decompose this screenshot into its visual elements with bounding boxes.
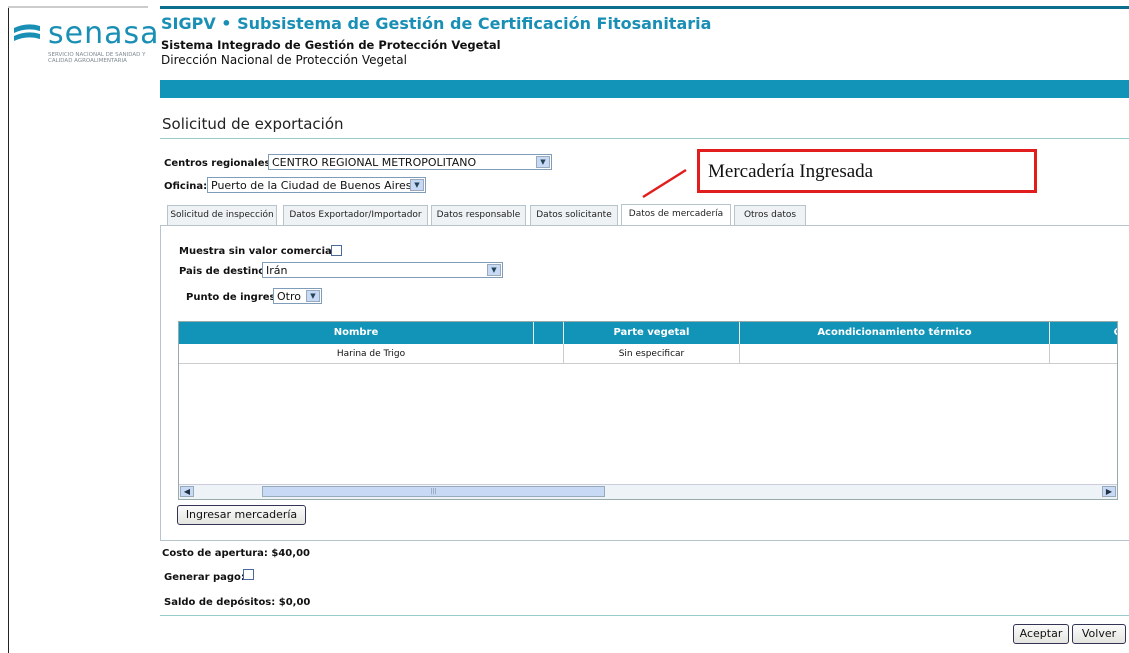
direction-name: Dirección Nacional de Protección Vegetal [161,53,407,67]
column-header-acondicionamiento[interactable]: Acondicionamiento térmico [740,322,1050,344]
horizontal-scrollbar[interactable]: ◀ ||| ▶ [179,484,1117,499]
tab-datos-mercaderia[interactable]: Datos de mercadería [621,204,731,225]
scroll-right-icon[interactable]: ▶ [1102,486,1116,497]
logo-subtitle: SERVICIO NACIONAL DE SANIDAD Y CALIDAD A… [48,52,146,64]
tab-datos-solicitante[interactable]: Datos solicitante [530,205,618,225]
punto-value: Otro [277,290,301,303]
footer-divider [160,615,1129,616]
muestra-label: Muestra sin valor comercial: [179,246,340,257]
scroll-thumb[interactable]: ||| [262,486,605,497]
header-bar [160,80,1129,98]
app-title: SIGPV • Subsistema de Gestión de Certifi… [161,14,712,33]
annotation-text: Mercadería Ingresada [708,161,874,182]
chevron-down-icon[interactable]: ▼ [306,290,320,302]
chevron-down-icon[interactable]: ▼ [487,264,501,276]
frame-top-left-border [8,6,148,8]
generar-pago-label: Generar pago: [164,572,245,583]
pais-value: Irán [266,264,288,277]
table-row-nombre[interactable]: Harina de Trigo [179,344,564,364]
punto-label: Punto de ingreso: [186,292,287,303]
tab-otros-datos[interactable]: Otros datos [734,205,806,225]
title-divider [160,138,1129,139]
frame-top-border [160,6,1129,9]
table-row-acondicionamiento[interactable] [740,344,1050,364]
column-header-blank[interactable] [534,322,564,344]
chevron-down-icon[interactable]: ▼ [410,179,424,191]
scroll-left-icon[interactable]: ◀ [180,486,194,497]
chevron-down-icon[interactable]: ▼ [536,156,550,168]
centros-select[interactable]: CENTRO REGIONAL METROPOLITANO ▼ [268,154,552,170]
column-header-c[interactable]: C [1050,322,1117,344]
saldo-depositos-text: Saldo de depósitos: $0,00 [164,597,311,608]
mercaderia-grid: Nombre Parte vegetal Acondicionamiento t… [178,321,1118,500]
centros-label: Centros regionales: [164,158,275,169]
frame-left-border [8,6,9,653]
punto-select[interactable]: Otro ▼ [273,288,322,304]
logo-wordmark: senasa [48,16,160,51]
ingresar-mercaderia-button[interactable]: Ingresar mercadería [177,505,306,525]
tab-datos-responsable[interactable]: Datos responsable [431,205,526,225]
senasa-logo-icon [14,24,40,41]
oficina-select[interactable]: Puerto de la Ciudad de Buenos Aires ▼ [207,177,426,193]
column-header-parte-vegetal[interactable]: Parte vegetal [564,322,740,344]
generar-pago-checkbox[interactable] [243,569,254,580]
muestra-checkbox[interactable] [331,245,342,256]
aceptar-button[interactable]: Aceptar [1013,624,1069,644]
pais-label: Pais de destino: [179,266,270,277]
oficina-value: Puerto de la Ciudad de Buenos Aires [211,179,412,192]
pais-select[interactable]: Irán ▼ [262,262,503,278]
tab-datos-exportador[interactable]: Datos Exportador/Importador [283,205,428,225]
page-title: Solicitud de exportación [162,115,344,133]
oficina-label: Oficina: [164,181,208,192]
volver-button[interactable]: Volver [1072,624,1126,644]
column-header-nombre[interactable]: Nombre [179,322,534,344]
system-name: Sistema Integrado de Gestión de Protecci… [161,38,501,52]
centros-value: CENTRO REGIONAL METROPOLITANO [272,156,477,169]
table-row-c[interactable] [1050,344,1117,364]
table-row-parte-vegetal[interactable]: Sin especificar [564,344,740,364]
tab-solicitud-inspeccion[interactable]: Solicitud de inspección [167,205,277,225]
costo-apertura-text: Costo de apertura: $40,00 [162,548,310,559]
